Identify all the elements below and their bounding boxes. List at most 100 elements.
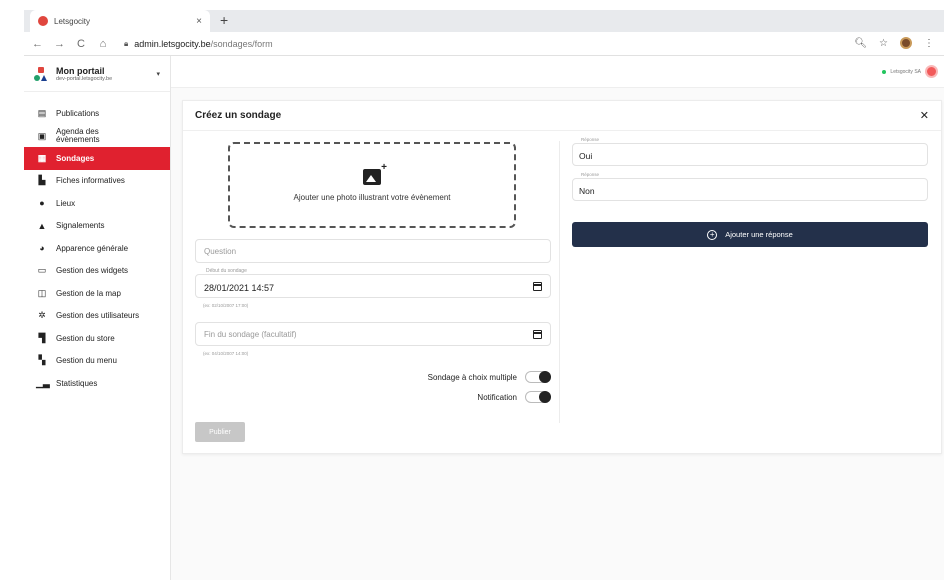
profile-avatar[interactable] <box>900 37 912 49</box>
lock-icon: 🔒︎ <box>124 38 129 48</box>
notification-row: Notification <box>477 391 551 403</box>
main-area: Créez un sondage ✕ + Ajouter une photo i… <box>171 88 944 580</box>
notification-toggle[interactable] <box>525 391 551 403</box>
tab-close-button[interactable]: × <box>196 16 202 27</box>
zoom-icon[interactable]: 🔍︎ <box>854 38 867 49</box>
sidebar-item-fiches[interactable]: ▙ Fiches informatives <box>24 170 170 193</box>
more-icon[interactable]: ⋮ <box>924 38 934 49</box>
sidebar-item-menu[interactable]: ▚ Gestion du menu <box>24 350 170 373</box>
question-input[interactable]: Question <box>195 239 551 263</box>
question-placeholder: Question <box>204 247 237 256</box>
star-icon[interactable]: ☆ <box>879 38 888 49</box>
sidebar-item-agenda[interactable]: ▣ Agenda des évènements <box>24 125 170 148</box>
start-date-value: 28/01/2021 14:57 <box>204 283 275 293</box>
sidebar-item-statistiques[interactable]: ▁▃ Statistiques <box>24 372 170 395</box>
sidebar-item-store[interactable]: ▜ Gestion du store <box>24 327 170 350</box>
sidebar-item-label: Apparence générale <box>56 243 129 253</box>
add-response-label: Ajouter une réponse <box>725 230 793 239</box>
calendar-icon[interactable] <box>533 330 542 339</box>
sidebar-item-label: Gestion du menu <box>56 356 117 366</box>
photo-upload-dropzone[interactable]: + Ajouter une photo illustrant votre évè… <box>228 142 516 228</box>
sidebar-item-sondages[interactable]: ▦ Sondages <box>24 147 170 170</box>
url-field[interactable]: 🔒︎ admin.letsgocity.be/sondages/form <box>124 39 273 49</box>
home-icon[interactable]: ⌂ <box>98 38 108 50</box>
sidebar-item-signalements[interactable]: ▲ Signalements <box>24 215 170 238</box>
column-divider <box>559 141 560 423</box>
palette-icon: ◕ <box>39 243 45 254</box>
sidebar-item-label: Signalements <box>56 221 105 231</box>
back-icon[interactable]: ← <box>32 38 43 50</box>
multiple-choice-row: Sondage à choix multiple <box>428 371 551 383</box>
poll-form-card: Créez un sondage ✕ + Ajouter une photo i… <box>182 100 942 454</box>
favicon-icon <box>38 16 48 26</box>
add-response-button[interactable]: + Ajouter une réponse <box>572 222 928 247</box>
calendar-icon[interactable] <box>533 282 542 291</box>
address-bar: ← → C ⌂ 🔒︎ admin.letsgocity.be/sondages/… <box>24 32 944 56</box>
portal-logo-icon <box>34 66 48 81</box>
sidebar: Mon portail dev-portal.letsgocity.be ▾ ▤… <box>24 56 171 580</box>
multiple-choice-label: Sondage à choix multiple <box>427 372 517 382</box>
forward-icon[interactable]: → <box>54 38 65 50</box>
sidebar-item-label: Fiches informatives <box>56 176 125 186</box>
sidebar-item-widgets[interactable]: ▭ Gestion des widgets <box>24 260 170 283</box>
sidebar-item-label: Gestion des utilisateurs <box>56 311 140 321</box>
sidebar-item-map[interactable]: ◫ Gestion de la map <box>24 282 170 305</box>
end-date-field[interactable]: Fin du sondage (facultatif) <box>195 322 551 346</box>
plus-circle-icon: + <box>707 229 718 240</box>
sidebar-item-label: Publications <box>56 108 100 118</box>
tab-title: Letsgocity <box>54 16 91 26</box>
publish-button[interactable]: Publier <box>195 422 245 442</box>
user-avatar[interactable] <box>925 65 938 78</box>
sidebar-item-label: Sondages <box>56 153 95 163</box>
sidebar-item-apparence[interactable]: ◕ Apparence générale <box>24 237 170 260</box>
photo-upload-label: Ajouter une photo illustrant votre évène… <box>293 192 451 202</box>
sidebar-item-label: Gestion des widgets <box>56 266 129 276</box>
add-photo-icon: + <box>363 162 387 185</box>
response-value: Oui <box>579 151 593 161</box>
new-tab-button[interactable]: + <box>220 12 228 28</box>
sidebar-item-publications[interactable]: ▤ Publications <box>24 102 170 125</box>
browser-tab[interactable]: Letsgocity × <box>30 10 210 32</box>
top-bar: Letsgocity SA <box>171 56 944 88</box>
online-status-icon <box>882 69 887 74</box>
end-date-placeholder: Fin du sondage (facultatif) <box>204 330 297 339</box>
card-header: Créez un sondage ✕ <box>183 101 941 131</box>
chevron-down-icon: ▾ <box>156 70 160 78</box>
start-date-field[interactable]: Début du sondage 28/01/2021 14:57 <box>195 268 551 298</box>
sidebar-item-label: Gestion de la map <box>56 288 121 298</box>
portal-subdomain: dev-portal.letsgocity.be <box>56 75 113 82</box>
url-host: admin.letsgocity.be <box>134 38 211 49</box>
sidebar-item-label: Lieux <box>56 198 76 208</box>
widgets-icon: ▭ <box>37 265 47 276</box>
response-field-2[interactable]: Réponse Non <box>572 172 928 201</box>
grid-icon: ▚ <box>38 355 46 366</box>
map-icon: ◫ <box>37 287 47 298</box>
response-field-1[interactable]: Réponse Oui <box>572 137 928 166</box>
start-date-hint: (ex: 02/10/2007 17:00) <box>203 303 249 308</box>
page-title: Créez un sondage <box>195 110 282 121</box>
end-date-hint: (ex: 04/10/2007 14:00) <box>203 351 249 356</box>
map-pin-icon: ● <box>39 198 45 209</box>
user-label: Letsgocity SA <box>890 68 921 75</box>
multiple-choice-toggle[interactable] <box>525 371 551 383</box>
close-icon[interactable]: ✕ <box>920 109 929 122</box>
reload-icon[interactable]: C <box>76 38 86 50</box>
store-icon: ▜ <box>38 332 46 343</box>
sidebar-item-utilisateurs[interactable]: ✲ Gestion des utilisateurs <box>24 305 170 328</box>
document-icon: ▙ <box>38 175 46 186</box>
portal-name: Mon portail <box>56 65 105 76</box>
sidebar-menu: ▤ Publications ▣ Agenda des évènements ▦… <box>24 92 170 395</box>
response-label: Réponse <box>579 172 602 177</box>
start-date-label: Début du sondage <box>204 268 249 274</box>
poll-icon: ▦ <box>37 152 47 163</box>
url-path: /sondages/form <box>210 38 273 49</box>
sidebar-item-label: Statistiques <box>56 378 98 388</box>
sidebar-item-lieux[interactable]: ● Lieux <box>24 192 170 215</box>
notification-label: Notification <box>477 392 517 402</box>
newspaper-icon: ▤ <box>37 107 47 118</box>
warning-icon: ▲ <box>37 220 47 231</box>
calendar-icon: ▣ <box>37 130 47 141</box>
portal-selector[interactable]: Mon portail dev-portal.letsgocity.be ▾ <box>24 56 170 92</box>
response-value: Non <box>579 186 595 196</box>
sidebar-item-label: Agenda des évènements <box>56 126 100 144</box>
